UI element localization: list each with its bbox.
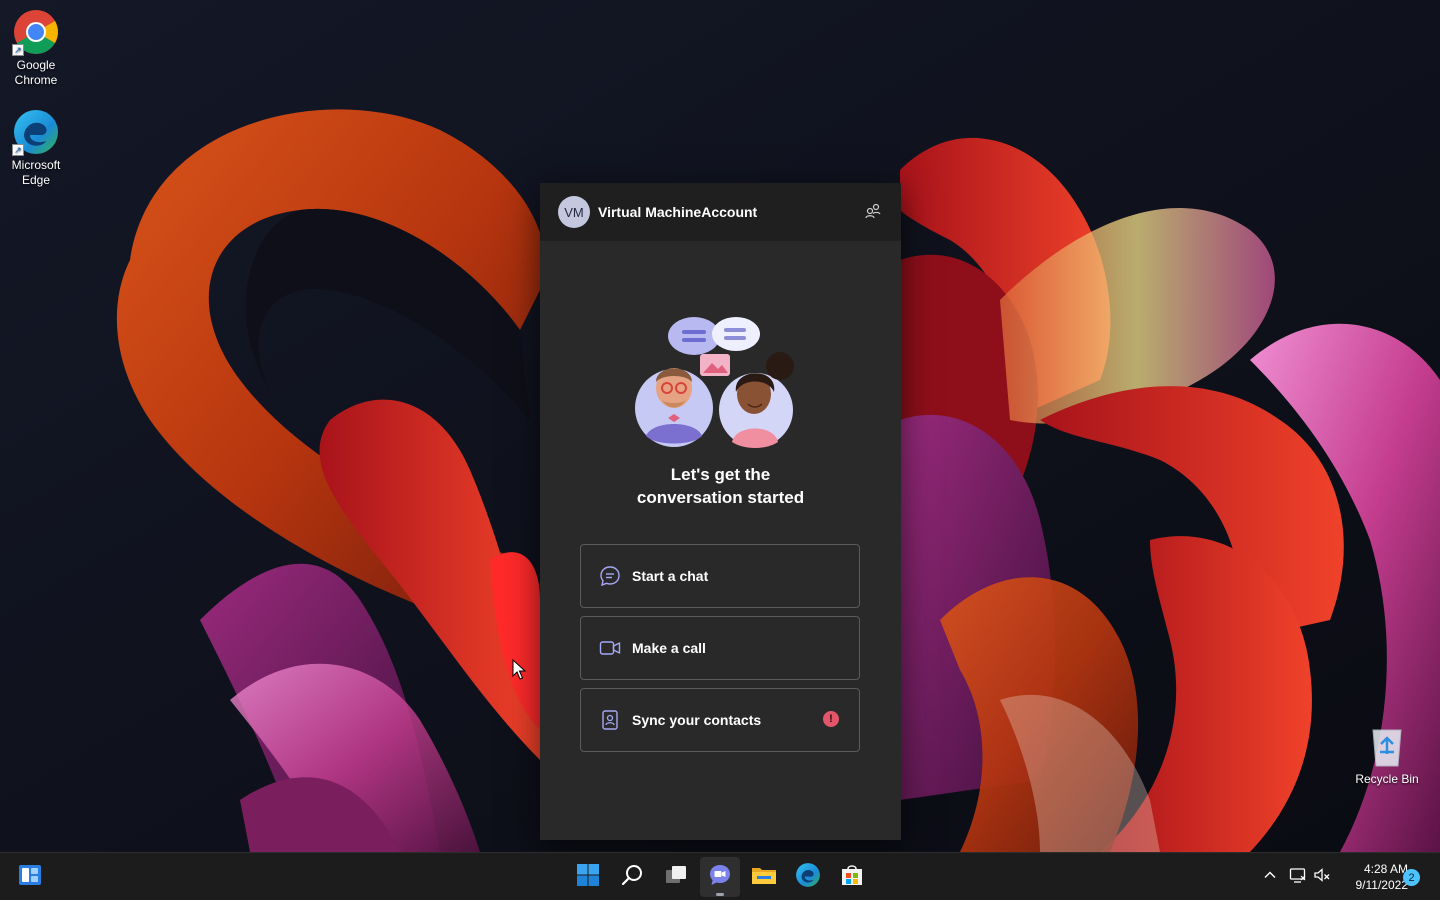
make-call-button[interactable]: Make a call [580,616,860,680]
file-explorer-button[interactable] [744,857,784,897]
avatar[interactable]: VM [558,196,590,228]
mouse-cursor-icon [512,658,527,681]
edge-icon: ↗ [12,108,60,156]
windows-logo-icon [576,863,600,892]
desktop-icon-label: Microsoft Edge [11,158,61,187]
clock[interactable]: 4:28 AM 9/11/2022 [1336,861,1409,893]
desktop-icon-label: Google Chrome [14,58,58,87]
start-button[interactable] [568,857,608,897]
taskbar: 4:28 AM 9/11/2022 2 [0,852,1440,900]
open-teams-icon[interactable] [863,202,883,222]
welcome-headline: Let's get the conversation started [540,463,901,509]
search-icon [620,863,644,892]
recycle-bin-icon [1363,722,1411,770]
clock-time: 4:28 AM [1363,862,1408,876]
contacts-icon [599,709,621,731]
headline-line-1: Let's get the [670,465,771,484]
clock-date: 9/11/2022 [1355,878,1409,892]
chat-flyout: VM Virtual MachineAccount Let's get the … [540,183,901,840]
edge-taskbar-button[interactable] [788,857,828,897]
desktop-icon-label: Recycle Bin [1355,772,1419,786]
video-camera-icon [599,637,621,659]
edge-icon [795,862,821,893]
chrome-icon: ↗ [12,8,60,56]
account-name: Virtual MachineAccount [598,204,758,220]
start-chat-button[interactable]: Start a chat [580,544,860,608]
desktop-icon-recycle-bin[interactable]: Recycle Bin [1351,722,1423,787]
search-button[interactable] [612,857,652,897]
shortcut-arrow-icon: ↗ [12,144,24,156]
sync-contacts-label: Sync your contacts [632,712,762,728]
network-disconnected-icon [1289,866,1307,889]
flyout-header: VM Virtual MachineAccount [540,183,901,241]
shortcut-arrow-icon: ↗ [12,44,24,56]
make-call-label: Make a call [632,640,706,656]
welcome-illustration [632,308,804,448]
widgets-button[interactable] [10,857,50,897]
widgets-icon [17,862,43,893]
desktop-icon-chrome[interactable]: ↗ Google Chrome [0,8,72,88]
network-button[interactable] [1286,865,1310,889]
chevron-up-icon [1263,868,1277,887]
teams-chat-icon [708,863,732,892]
task-view-button[interactable] [656,857,696,897]
headline-line-2: conversation started [636,488,805,507]
notification-count-badge[interactable]: 2 [1403,869,1420,886]
start-chat-label: Start a chat [632,568,709,584]
speaker-muted-icon [1313,866,1331,889]
chat-button[interactable] [700,857,740,897]
show-hidden-icons-button[interactable] [1258,865,1282,889]
desktop-icon-edge[interactable]: ↗ Microsoft Edge [0,108,72,188]
volume-button[interactable] [1310,865,1334,889]
store-icon [840,863,864,892]
chat-bubble-icon [599,565,621,587]
store-button[interactable] [832,857,872,897]
task-view-icon [664,863,688,892]
folder-icon [751,863,777,892]
sync-contacts-button[interactable]: Sync your contacts ! [580,688,860,752]
alert-icon: ! [823,711,839,727]
